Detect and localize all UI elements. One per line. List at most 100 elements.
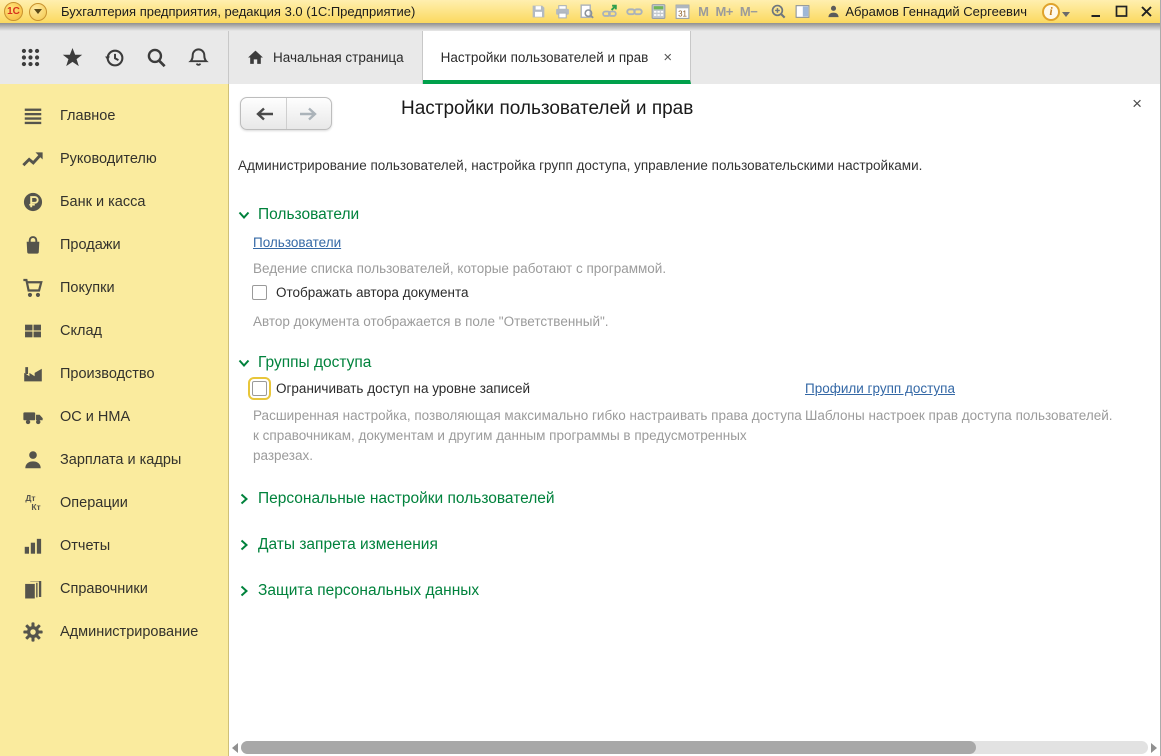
tab-close-icon[interactable]: ×: [663, 50, 672, 65]
sidebar-item-reports[interactable]: Отчеты: [0, 524, 228, 567]
trend-up-icon: [21, 147, 45, 171]
scale-m-plus-button[interactable]: M+: [715, 4, 732, 19]
print-preview-icon[interactable]: [578, 3, 595, 20]
notifications-bell-icon[interactable]: [186, 46, 210, 70]
truck-icon: [21, 405, 45, 429]
sidebar-item-os-nma[interactable]: ОС и НМА: [0, 395, 228, 438]
tab-label: Настройки пользователей и прав: [441, 50, 649, 65]
app-window: 1С Бухгалтерия предприятия, редакция 3.0…: [0, 0, 1161, 756]
arrow-left-icon: [254, 107, 274, 121]
sidebar-item-references[interactable]: Справочники: [0, 567, 228, 610]
sidebar-item-for-manager[interactable]: Руководителю: [0, 137, 228, 180]
warehouse-grid-icon: [21, 319, 45, 343]
restrict-access-description: Расширенная настройка, позволяющая макси…: [253, 406, 808, 466]
scale-m-button[interactable]: M: [698, 4, 708, 19]
users-link[interactable]: Пользователи: [253, 235, 341, 250]
1c-logo-icon[interactable]: 1С: [4, 2, 23, 21]
tab-bar: Начальная страница Настройки пользовател…: [0, 31, 1160, 84]
tab-user-rights-settings[interactable]: Настройки пользователей и прав ×: [423, 31, 691, 84]
chevron-right-icon: [238, 585, 250, 597]
show-document-author-checkbox[interactable]: Отображать автора документа: [252, 285, 469, 300]
form-close-icon[interactable]: ×: [1132, 94, 1142, 114]
get-link-icon[interactable]: [626, 3, 643, 20]
apps-menu-icon[interactable]: [18, 46, 42, 70]
go-to-link-icon[interactable]: [602, 3, 619, 20]
menu-icon: [21, 104, 45, 128]
section-personal-settings-header[interactable]: Персональные настройки пользователей: [238, 490, 555, 508]
sidebar-item-production[interactable]: Производство: [0, 352, 228, 395]
search-icon[interactable]: [144, 46, 168, 70]
main-menu-dropdown-button[interactable]: [29, 3, 47, 21]
section-users-header[interactable]: Пользователи: [238, 206, 359, 224]
chevron-right-icon: [238, 539, 250, 551]
person-icon: [21, 448, 45, 472]
user-name: Абрамов Геннадий Сергеевич: [845, 4, 1027, 19]
scale-m-minus-button[interactable]: M−: [740, 4, 757, 19]
settings-form: Настройки пользователей и прав × Админис…: [229, 84, 1160, 756]
page-subtitle: Администрирование пользователей, настрой…: [238, 158, 922, 173]
section-change-ban-dates-header[interactable]: Даты запрета изменения: [238, 536, 438, 554]
history-nav-buttons: [240, 97, 332, 130]
save-icon[interactable]: [530, 3, 547, 20]
sidebar-item-salary-hr[interactable]: Зарплата и кадры: [0, 438, 228, 481]
print-icon[interactable]: [554, 3, 571, 20]
calculator-icon[interactable]: [650, 3, 667, 20]
sidebar-item-operations[interactable]: ДтКт Операции: [0, 481, 228, 524]
sidebar-item-bank-cash[interactable]: Банк и касса: [0, 180, 228, 223]
sidebar-item-purchases[interactable]: Покупки: [0, 266, 228, 309]
maximize-button[interactable]: [1114, 4, 1129, 19]
shopping-bag-icon: [21, 233, 45, 257]
page-title: Настройки пользователей и прав: [401, 98, 693, 120]
history-icon[interactable]: [102, 46, 126, 70]
section-personal-data-protection-header[interactable]: Защита персональных данных: [238, 582, 479, 600]
tab-home[interactable]: Начальная страница: [229, 31, 423, 84]
scrollbar-thumb[interactable]: [241, 741, 976, 754]
factory-icon: [21, 362, 45, 386]
minimize-button[interactable]: [1089, 4, 1104, 19]
back-button[interactable]: [241, 98, 286, 129]
checkbox-box[interactable]: [252, 381, 267, 396]
info-icon: i: [1042, 3, 1060, 21]
section-access-groups-header[interactable]: Группы доступа: [238, 354, 371, 372]
user-icon: [826, 4, 841, 19]
scroll-left-arrow-icon[interactable]: [232, 743, 238, 753]
caret-down-icon: [1062, 12, 1070, 17]
gear-icon: [21, 620, 45, 644]
users-link-description: Ведение списка пользователей, которые ра…: [253, 259, 666, 279]
access-group-profiles-link[interactable]: Профили групп доступа: [805, 381, 955, 396]
zoom-icon[interactable]: [770, 3, 787, 20]
current-user[interactable]: Абрамов Геннадий Сергеевич: [826, 4, 1027, 19]
restrict-access-record-level-checkbox[interactable]: Ограничивать доступ на уровне записей: [252, 381, 530, 396]
titlebar-shadow: [0, 23, 1160, 31]
caret-down-icon: [34, 9, 42, 14]
tab-label: Начальная страница: [273, 50, 404, 65]
favorites-star-icon[interactable]: [60, 46, 84, 70]
scrollbar-track[interactable]: [241, 741, 1148, 754]
function-panel: [0, 31, 229, 84]
forward-button[interactable]: [286, 98, 331, 129]
dt-kt-icon: ДтКт: [21, 491, 45, 515]
sidebar-item-administration[interactable]: Администрирование: [0, 610, 228, 653]
minimize-icon: [1089, 4, 1104, 19]
close-icon: [1139, 4, 1154, 19]
sidebar-item-main[interactable]: Главное: [0, 94, 228, 137]
chevron-down-icon: [238, 357, 250, 369]
cart-icon: [21, 276, 45, 300]
sidebar-item-sales[interactable]: Продажи: [0, 223, 228, 266]
checkbox-box[interactable]: [252, 285, 267, 300]
horizontal-scrollbar[interactable]: [232, 740, 1157, 755]
access-group-profiles-description: Шаблоны настроек прав доступа пользовате…: [805, 406, 1161, 426]
sidebar-item-warehouse[interactable]: Склад: [0, 309, 228, 352]
ruble-circle-icon: [21, 190, 45, 214]
bar-chart-icon: [21, 534, 45, 558]
scroll-right-arrow-icon[interactable]: [1151, 743, 1157, 753]
sections-sidebar: Главное Руководителю Банк и касса Продаж…: [0, 84, 229, 756]
show-document-author-description: Автор документа отображается в поле "Отв…: [253, 312, 609, 332]
info-menu-button[interactable]: i: [1042, 3, 1070, 21]
window-title: Бухгалтерия предприятия, редакция 3.0 (1…: [61, 4, 415, 19]
close-window-button[interactable]: [1139, 4, 1154, 19]
maximize-icon: [1114, 4, 1129, 19]
calendar-icon[interactable]: 31: [674, 3, 691, 20]
split-view-icon[interactable]: [794, 3, 811, 20]
books-icon: [21, 577, 45, 601]
